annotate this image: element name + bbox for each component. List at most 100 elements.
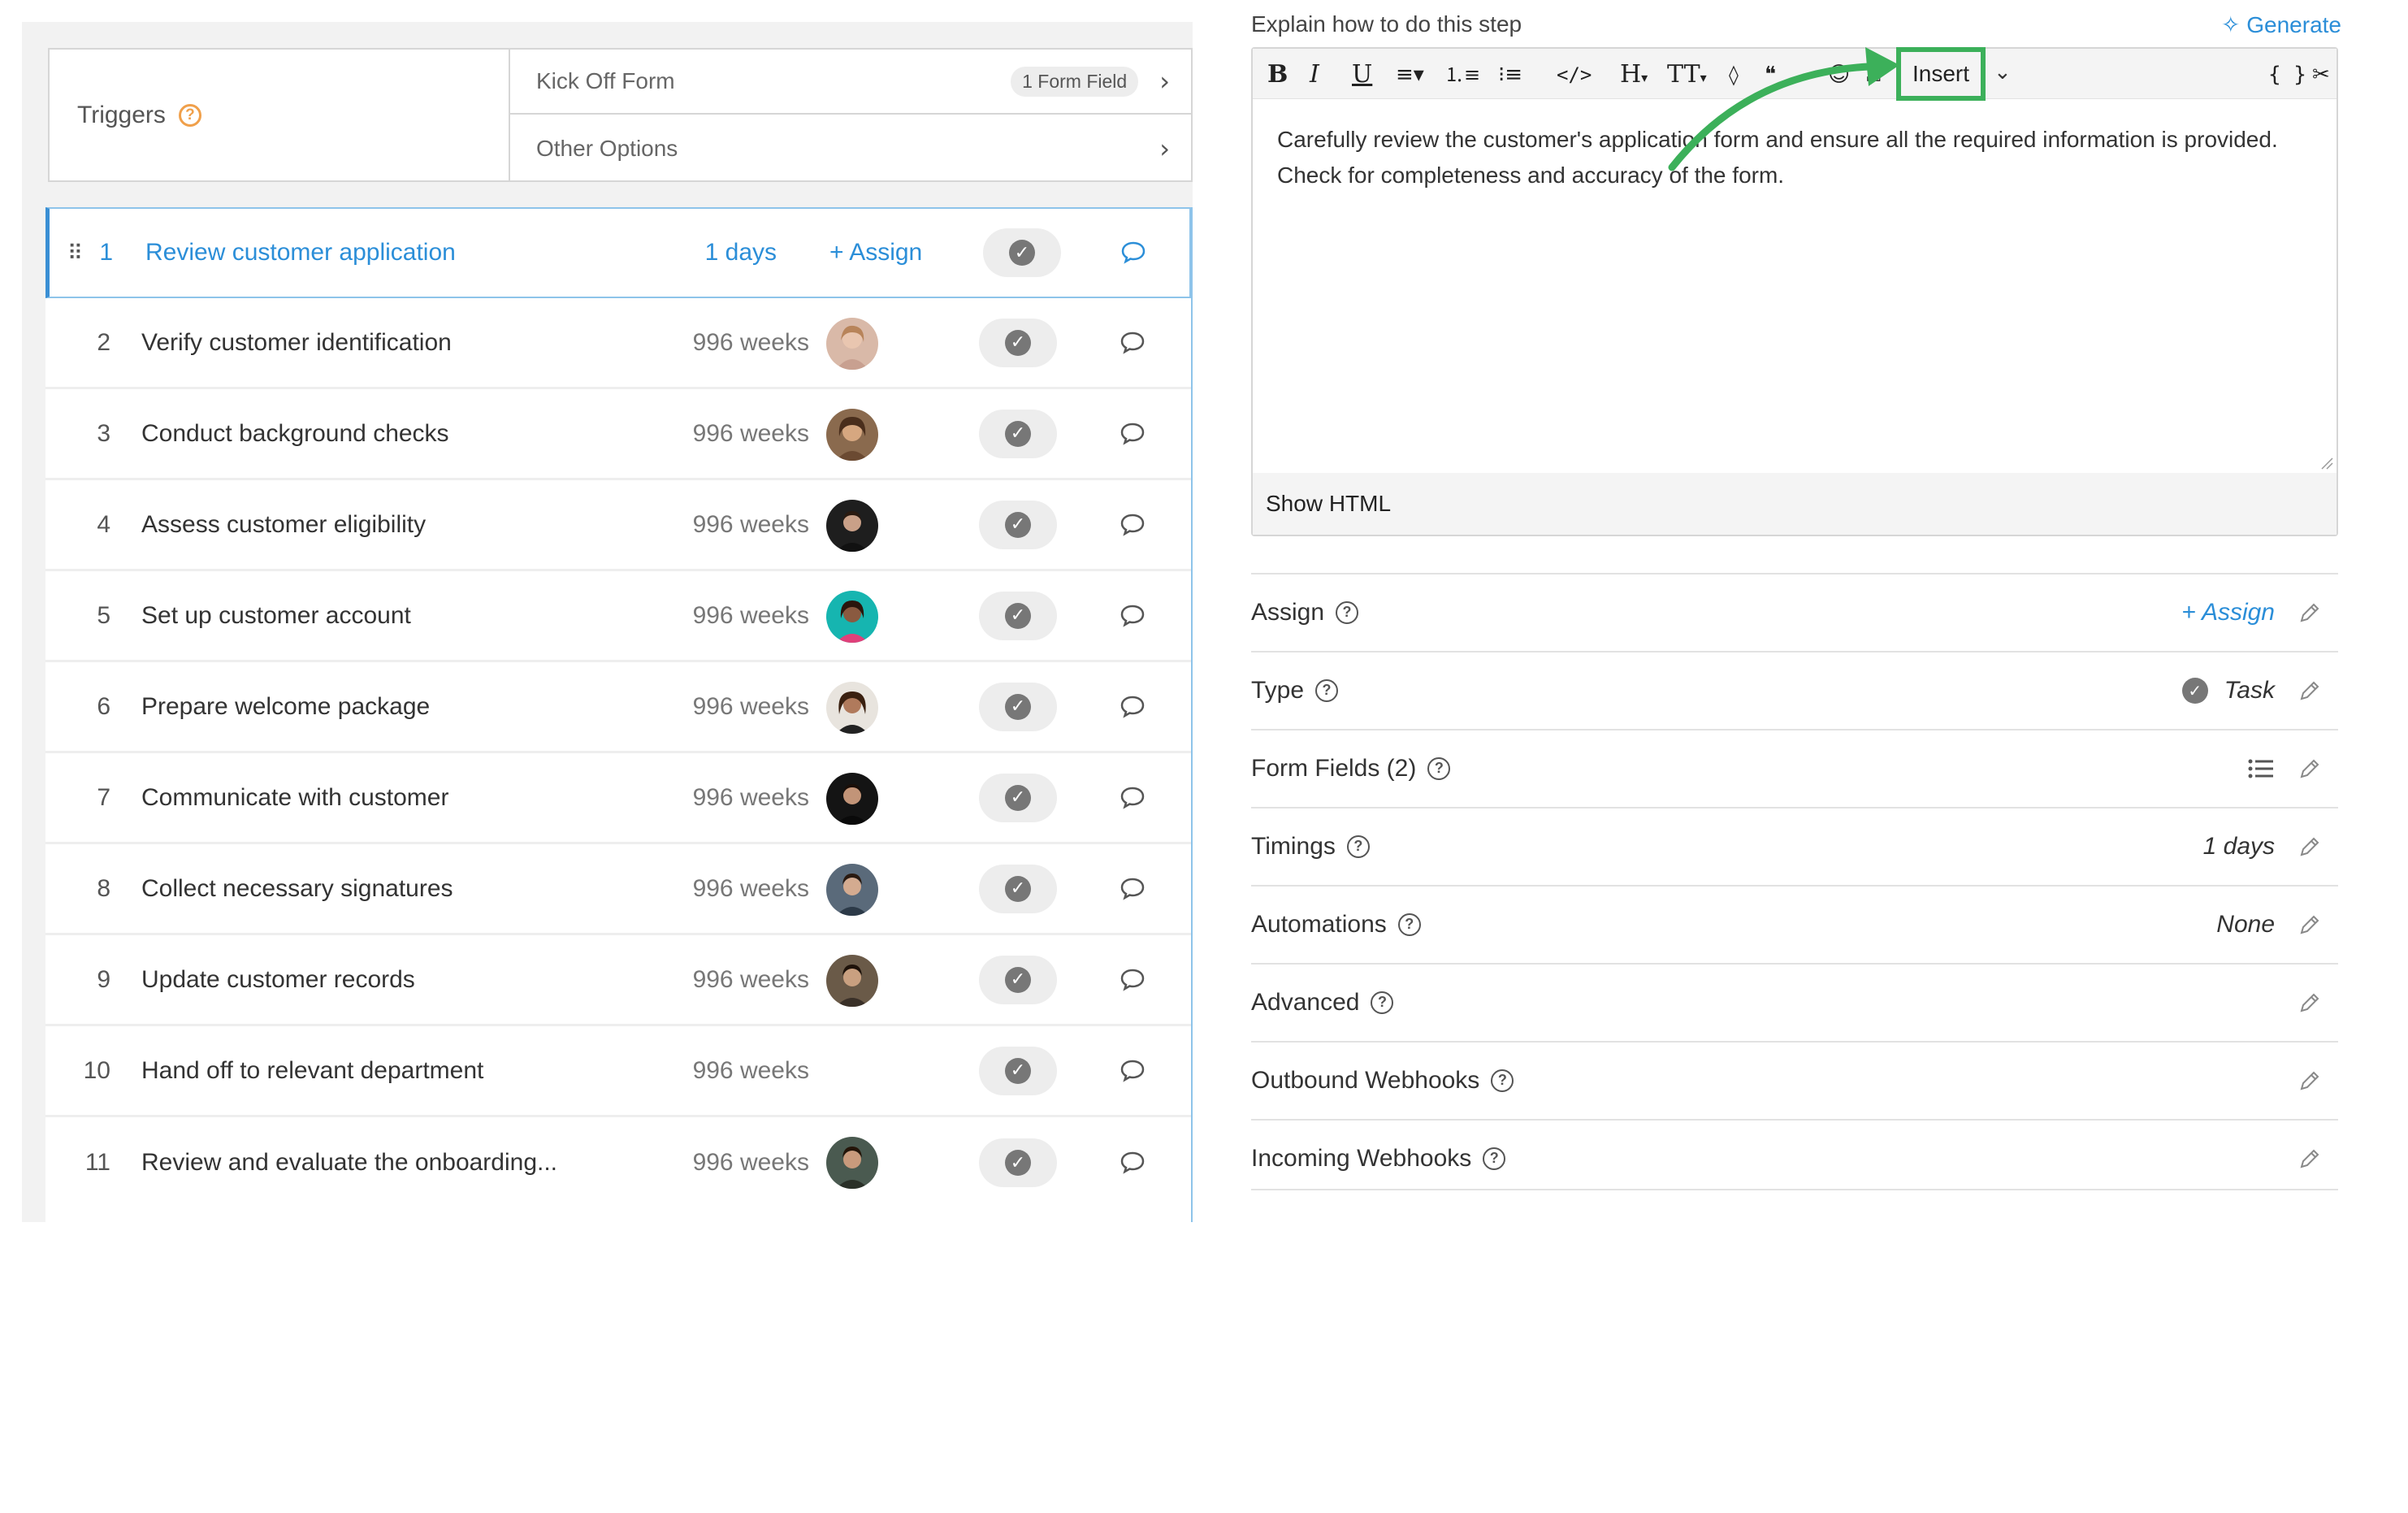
- code-icon[interactable]: </>: [1557, 60, 1592, 89]
- scissors-icon[interactable]: ✂: [2312, 60, 2330, 89]
- heading-icon[interactable]: H▾: [1620, 60, 1648, 89]
- pencil-icon[interactable]: [2298, 1147, 2322, 1171]
- italic-icon[interactable]: I: [1310, 60, 1319, 89]
- pencil-icon[interactable]: [2298, 1069, 2322, 1093]
- comment-icon[interactable]: [1120, 422, 1146, 446]
- trigger-other-options[interactable]: Other Options ›: [510, 116, 1191, 181]
- step-title[interactable]: Set up customer account: [141, 602, 411, 630]
- step-row[interactable]: 2 Verify customer identification 996 wee…: [45, 298, 1191, 389]
- step-title[interactable]: Update customer records: [141, 966, 415, 994]
- task-type-toggle[interactable]: ✓: [979, 409, 1057, 458]
- help-icon[interactable]: ?: [1483, 1147, 1506, 1170]
- editor-content[interactable]: Carefully review the customer's applicat…: [1277, 122, 2309, 193]
- comment-icon[interactable]: [1120, 695, 1146, 719]
- property-assign[interactable]: Assign ? + Assign: [1251, 573, 2338, 650]
- step-title[interactable]: Collect necessary signatures: [141, 875, 453, 903]
- comment-icon[interactable]: [1120, 604, 1146, 628]
- help-icon[interactable]: ?: [1346, 835, 1370, 858]
- avatar[interactable]: [826, 318, 878, 370]
- task-type-toggle[interactable]: ✓: [979, 773, 1057, 822]
- help-icon[interactable]: ?: [1371, 991, 1394, 1014]
- step-row[interactable]: 9 Update customer records 996 weeks ✓: [45, 935, 1191, 1026]
- step-title[interactable]: Hand off to relevant department: [141, 1057, 483, 1085]
- avatar[interactable]: [826, 955, 878, 1007]
- step-row[interactable]: 8 Collect necessary signatures 996 weeks…: [45, 844, 1191, 935]
- fullscreen-icon[interactable]: ⛶: [1867, 60, 1881, 89]
- step-row[interactable]: ⠿ 1 Review customer application 1 days +…: [45, 207, 1191, 298]
- color-drop-icon[interactable]: ◊: [1729, 60, 1739, 89]
- avatar[interactable]: [826, 1137, 878, 1189]
- comment-icon[interactable]: [1120, 331, 1146, 355]
- pencil-icon[interactable]: [2298, 835, 2322, 859]
- task-type-toggle[interactable]: ✓: [979, 1138, 1057, 1187]
- avatar[interactable]: [826, 773, 878, 825]
- property-advanced[interactable]: Advanced ?: [1251, 963, 2338, 1040]
- bold-icon[interactable]: B: [1267, 60, 1288, 89]
- step-title[interactable]: Review customer application: [145, 239, 456, 267]
- bullet-list-icon[interactable]: ⁝≡: [1498, 60, 1522, 89]
- property-automations[interactable]: Automations ? None: [1251, 885, 2338, 962]
- help-icon[interactable]: ?: [1397, 913, 1421, 936]
- task-type-toggle[interactable]: ✓: [979, 864, 1057, 913]
- chevron-down-icon[interactable]: ⌄: [1994, 60, 2012, 85]
- emoji-icon[interactable]: ☺: [1828, 60, 1850, 89]
- assign-link[interactable]: + Assign: [2181, 599, 2275, 626]
- task-type-toggle[interactable]: ✓: [983, 228, 1061, 277]
- comment-icon[interactable]: [1120, 877, 1146, 901]
- task-type-toggle[interactable]: ✓: [979, 318, 1057, 367]
- show-html-toggle[interactable]: Show HTML: [1266, 491, 1391, 517]
- avatar[interactable]: [826, 591, 878, 643]
- property-outbound-webhooks[interactable]: Outbound Webhooks ?: [1251, 1041, 2338, 1118]
- comment-icon[interactable]: [1120, 786, 1146, 810]
- step-row[interactable]: 3 Conduct background checks 996 weeks ✓: [45, 389, 1191, 480]
- step-title[interactable]: Prepare welcome package: [141, 693, 430, 721]
- step-title[interactable]: Verify customer identification: [141, 329, 452, 357]
- braces-icon[interactable]: { }: [2268, 60, 2306, 89]
- avatar[interactable]: [826, 409, 878, 461]
- property-form-fields[interactable]: Form Fields (2) ?: [1251, 729, 2338, 806]
- pencil-icon[interactable]: [2298, 600, 2322, 625]
- task-type-toggle[interactable]: ✓: [979, 500, 1057, 549]
- step-row[interactable]: 11 Review and evaluate the onboarding...…: [45, 1117, 1191, 1208]
- avatar[interactable]: [826, 864, 878, 916]
- comment-icon[interactable]: [1120, 241, 1146, 265]
- step-title[interactable]: Review and evaluate the onboarding...: [141, 1149, 557, 1177]
- pencil-icon[interactable]: [2298, 913, 2322, 937]
- property-type[interactable]: Type ? ✓ Task: [1251, 651, 2338, 728]
- property-timings[interactable]: Timings ? 1 days: [1251, 807, 2338, 884]
- comment-icon[interactable]: [1120, 968, 1146, 992]
- help-icon[interactable]: ?: [1336, 600, 1359, 624]
- quote-icon[interactable]: ❝: [1765, 60, 1776, 89]
- avatar[interactable]: [826, 500, 878, 552]
- step-row[interactable]: 6 Prepare welcome package 996 weeks ✓: [45, 662, 1191, 753]
- help-icon[interactable]: ?: [1427, 756, 1451, 780]
- step-title[interactable]: Conduct background checks: [141, 420, 449, 448]
- step-title[interactable]: Communicate with customer: [141, 784, 448, 812]
- comment-icon[interactable]: [1120, 513, 1146, 537]
- help-icon[interactable]: ?: [178, 103, 201, 127]
- step-row[interactable]: 4 Assess customer eligibility 996 weeks …: [45, 480, 1191, 571]
- task-type-toggle[interactable]: ✓: [979, 955, 1057, 1004]
- task-type-toggle[interactable]: ✓: [979, 591, 1057, 640]
- pencil-icon[interactable]: [2298, 756, 2322, 781]
- generate-link[interactable]: ✧ Generate: [2221, 11, 2341, 38]
- underline-icon[interactable]: U: [1352, 60, 1372, 89]
- comment-icon[interactable]: [1120, 1059, 1146, 1083]
- ordered-list-icon[interactable]: ⒈≡: [1444, 60, 1480, 89]
- assign-link[interactable]: + Assign: [829, 239, 922, 267]
- insert-menu-button[interactable]: Insert: [1896, 47, 1986, 101]
- pencil-icon[interactable]: [2298, 991, 2322, 1015]
- step-row[interactable]: 7 Communicate with customer 996 weeks ✓: [45, 753, 1191, 844]
- help-icon[interactable]: ?: [1315, 678, 1339, 702]
- task-type-toggle[interactable]: ✓: [979, 682, 1057, 731]
- step-row[interactable]: 10 Hand off to relevant department 996 w…: [45, 1026, 1191, 1117]
- property-incoming-webhooks[interactable]: Incoming Webhooks ?: [1251, 1119, 2338, 1196]
- comment-icon[interactable]: [1120, 1151, 1146, 1175]
- help-icon[interactable]: ?: [1491, 1069, 1514, 1092]
- trigger-kick-off-form[interactable]: Kick Off Form 1 Form Field ›: [510, 50, 1191, 115]
- step-row[interactable]: 5 Set up customer account 996 weeks ✓: [45, 571, 1191, 662]
- step-title[interactable]: Assess customer eligibility: [141, 511, 426, 539]
- align-icon[interactable]: ≡▾: [1396, 60, 1424, 89]
- avatar[interactable]: [826, 682, 878, 734]
- resize-handle-icon[interactable]: [2319, 455, 2333, 470]
